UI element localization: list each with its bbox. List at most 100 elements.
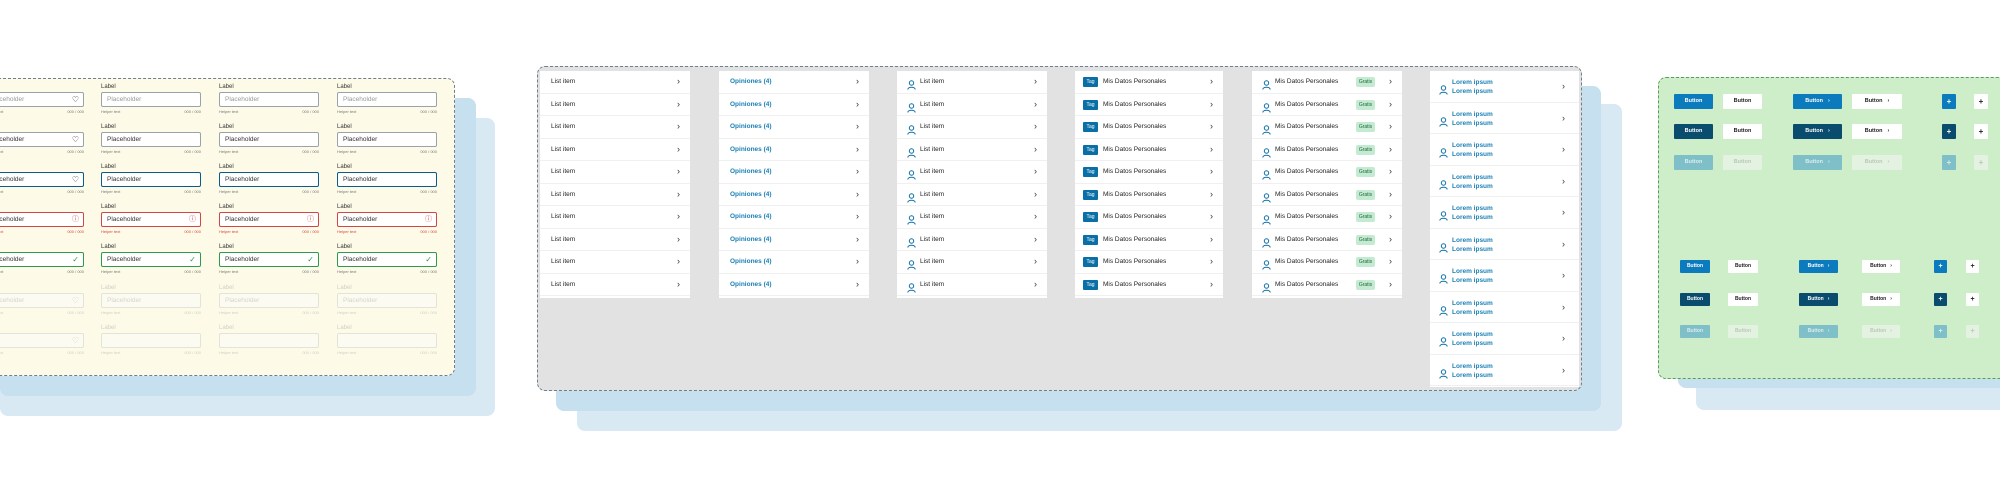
list-item-two-line[interactable]: Lorem ipsum Lorem ipsum › bbox=[1430, 355, 1579, 386]
list-item[interactable]: Mis Datos Personales Gratis › bbox=[1252, 184, 1402, 206]
text-field-placeholder[interactable]: Label Placeholder Helper text 000 / 000 bbox=[101, 84, 201, 124]
field-input[interactable]: Placeholder bbox=[219, 92, 319, 107]
field-input[interactable]: Placeholder bbox=[101, 132, 201, 147]
list-item[interactable]: List item › bbox=[540, 229, 690, 251]
plus-icon[interactable]: + bbox=[1974, 94, 1988, 109]
text-field-placeholder[interactable]: Label Placeholder Helper text 000 / 000 bbox=[337, 84, 437, 124]
list-item[interactable]: List item › bbox=[540, 161, 690, 184]
list-item[interactable]: Mis Datos Personales Gratis › bbox=[1252, 71, 1402, 94]
field-input[interactable]: Placeholder bbox=[219, 132, 319, 147]
field-input[interactable]: Placeholder bbox=[101, 172, 201, 187]
list-item-two-line[interactable]: Lorem ipsum Lorem ipsum › bbox=[1430, 71, 1579, 103]
text-field-focus[interactable]: Label Placeholder Helper text 000 / 000 bbox=[337, 164, 437, 204]
opinions-link[interactable]: Opiniones (4) bbox=[730, 191, 772, 198]
list-item[interactable]: List item › bbox=[897, 71, 1047, 94]
list-item[interactable]: Mis Datos Personales Gratis › bbox=[1252, 206, 1402, 229]
list-item[interactable]: List item › bbox=[897, 229, 1047, 251]
list-item[interactable]: Opiniones (4) › bbox=[719, 229, 869, 251]
field-input[interactable]: Placeholder bbox=[101, 92, 201, 107]
plus-icon[interactable]: + bbox=[1966, 293, 1979, 306]
list-item[interactable]: Opiniones (4) › bbox=[719, 251, 869, 274]
field-input[interactable]: Placeholder bbox=[337, 92, 437, 107]
list-item[interactable]: Mis Datos Personales Gratis › bbox=[1252, 116, 1402, 139]
list-item[interactable]: Tag Mis Datos Personales › bbox=[1075, 116, 1223, 139]
list-item[interactable]: Tag Mis Datos Personales › bbox=[1075, 184, 1223, 206]
list-item[interactable]: List item › bbox=[897, 161, 1047, 184]
list-item[interactable]: Mis Datos Personales Gratis › bbox=[1252, 161, 1402, 184]
plus-icon[interactable]: + bbox=[1934, 260, 1947, 273]
primary-button-small-pressed[interactable]: Button bbox=[1680, 293, 1710, 306]
opinions-link[interactable]: Opiniones (4) bbox=[730, 78, 772, 85]
list-item[interactable]: List item › bbox=[540, 206, 690, 229]
text-field-focus[interactable]: Label Placeholder Helper text 000 / 000 bbox=[219, 164, 319, 204]
text-field-focus[interactable]: Label Placeholder Helper text 000 / 000 bbox=[101, 164, 201, 204]
list-item[interactable]: Tag Mis Datos Personales › bbox=[1075, 139, 1223, 161]
list-item[interactable]: Tag Mis Datos Personales › bbox=[1075, 94, 1223, 116]
opinions-link[interactable]: Opiniones (4) bbox=[730, 258, 772, 265]
text-field-focus[interactable]: LabelPlaceholder♡Helper text000 / 000 bbox=[0, 164, 84, 204]
list-item-two-line[interactable]: Lorem ipsum Lorem ipsum › bbox=[1430, 134, 1579, 166]
plus-icon[interactable]: + bbox=[1974, 124, 1988, 139]
list-item[interactable]: List item › bbox=[540, 94, 690, 116]
list-item[interactable]: List item › bbox=[897, 274, 1047, 296]
field-input[interactable]: Placeholder ✓ bbox=[101, 252, 201, 267]
list-item[interactable]: List item › bbox=[540, 251, 690, 274]
list-item-two-line[interactable]: Lorem ipsum Lorem ipsum › bbox=[1430, 292, 1579, 323]
field-input[interactable]: Placeholder ⓘ bbox=[219, 212, 319, 227]
list-item-two-line[interactable]: Lorem ipsum Lorem ipsum › bbox=[1430, 166, 1579, 197]
primary-chevron-button-small-default[interactable]: Button › bbox=[1799, 260, 1838, 273]
text-field-success[interactable]: Label Placeholder ✓ Helper text 000 / 000 bbox=[337, 244, 437, 284]
text-field-success[interactable]: Label Placeholder ✓ Helper text 000 / 000 bbox=[219, 244, 319, 284]
primary-button-small-default[interactable]: Button bbox=[1680, 260, 1710, 273]
field-input[interactable]: Placeholder bbox=[337, 172, 437, 187]
list-item[interactable]: Tag Mis Datos Personales › bbox=[1075, 206, 1223, 229]
opinions-link[interactable]: Opiniones (4) bbox=[730, 168, 772, 175]
list-item[interactable]: Mis Datos Personales Gratis › bbox=[1252, 251, 1402, 274]
text-field-error[interactable]: LabelPlaceholderⓘHelper text000 / 000 bbox=[101, 204, 201, 244]
list-item-two-line[interactable]: Lorem ipsum Lorem ipsum › bbox=[1430, 323, 1579, 355]
list-item-two-line[interactable]: Lorem ipsum Lorem ipsum › bbox=[1430, 103, 1579, 134]
text-field-default[interactable]: LabelPlaceholder♡Helper text000 / 000 bbox=[0, 124, 84, 164]
list-item[interactable]: Opiniones (4) › bbox=[719, 116, 869, 139]
primary-chevron-button-pressed[interactable]: Button › bbox=[1793, 124, 1842, 139]
list-item[interactable]: List item › bbox=[897, 184, 1047, 206]
plus-icon[interactable]: + bbox=[1966, 260, 1979, 273]
list-item[interactable]: List item › bbox=[897, 206, 1047, 229]
list-item[interactable]: List item › bbox=[897, 94, 1047, 116]
opinions-link[interactable]: Opiniones (4) bbox=[730, 213, 772, 220]
list-item[interactable]: Tag Mis Datos Personales › bbox=[1075, 71, 1223, 94]
list-item[interactable]: List item › bbox=[540, 139, 690, 161]
primary-button-default[interactable]: Button bbox=[1674, 94, 1713, 109]
field-input[interactable]: Placeholder ⓘ bbox=[101, 212, 201, 227]
primary-chevron-button-default[interactable]: Button › bbox=[1793, 94, 1842, 109]
list-item[interactable]: List item › bbox=[540, 274, 690, 296]
text-field-error[interactable]: LabelPlaceholderⓘHelper text000 / 000 bbox=[219, 204, 319, 244]
secondary-button-pressed[interactable]: Button bbox=[1723, 124, 1762, 139]
text-field-success[interactable]: Label Placeholder ✓ Helper text 000 / 000 bbox=[101, 244, 201, 284]
list-item-two-line[interactable]: Lorem ipsum Lorem ipsum › bbox=[1430, 260, 1579, 292]
list-item[interactable]: Opiniones (4) › bbox=[719, 184, 869, 206]
secondary-chevron-button-pressed[interactable]: Button › bbox=[1852, 124, 1902, 139]
list-item[interactable]: List item › bbox=[540, 116, 690, 139]
list-item[interactable]: Mis Datos Personales Gratis › bbox=[1252, 229, 1402, 251]
plus-icon[interactable]: + bbox=[1942, 124, 1956, 139]
list-item[interactable]: List item › bbox=[897, 251, 1047, 274]
list-item[interactable]: Mis Datos Personales Gratis › bbox=[1252, 274, 1402, 296]
text-field-error[interactable]: LabelPlaceholderⓘHelper text000 / 000 bbox=[0, 204, 84, 244]
field-input[interactable]: Placeholder bbox=[337, 132, 437, 147]
list-item[interactable]: Mis Datos Personales Gratis › bbox=[1252, 94, 1402, 116]
list-item[interactable]: List item › bbox=[540, 71, 690, 94]
list-item[interactable]: Opiniones (4) › bbox=[719, 274, 869, 296]
list-item[interactable]: List item › bbox=[897, 139, 1047, 161]
opinions-link[interactable]: Opiniones (4) bbox=[730, 236, 772, 243]
opinions-link[interactable]: Opiniones (4) bbox=[730, 101, 772, 108]
secondary-button-small-pressed[interactable]: Button bbox=[1728, 293, 1758, 306]
secondary-chevron-button-small-default[interactable]: Button › bbox=[1862, 260, 1900, 273]
list-item[interactable]: Opiniones (4) › bbox=[719, 161, 869, 184]
field-input[interactable]: Placeholder ✓ bbox=[219, 252, 319, 267]
field-input[interactable]: Placeholder bbox=[219, 172, 319, 187]
opinions-link[interactable]: Opiniones (4) bbox=[730, 146, 772, 153]
text-field-placeholder[interactable]: LabelPlaceholder♡Helper text000 / 000 bbox=[0, 84, 84, 124]
list-item[interactable]: Opiniones (4) › bbox=[719, 206, 869, 229]
field-input[interactable]: Placeholder ♡ bbox=[0, 132, 84, 147]
